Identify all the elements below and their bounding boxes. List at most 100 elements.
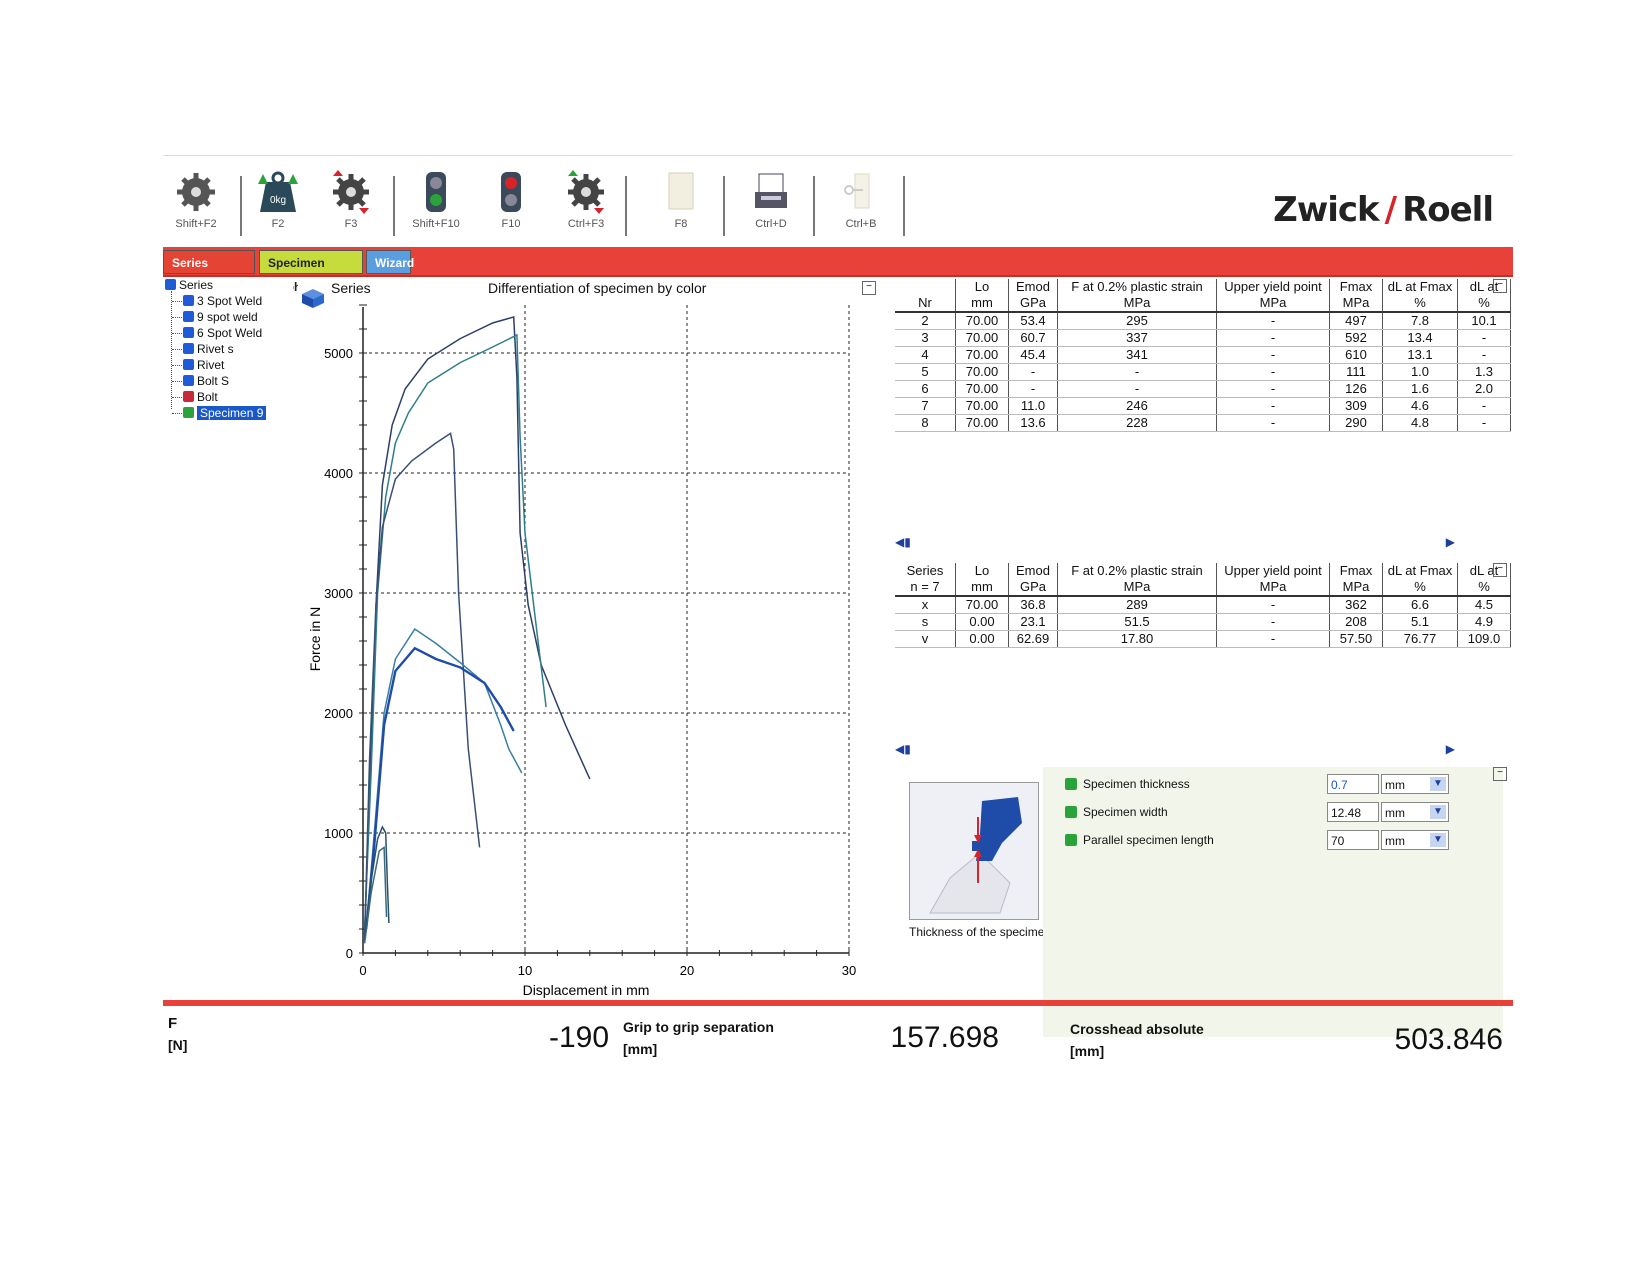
toolbar-button-shift-f10[interactable]: Shift+F10	[403, 170, 469, 242]
chevron-down-icon[interactable]: ▼	[1430, 805, 1446, 819]
panel-options-button[interactable]: −	[1493, 767, 1507, 781]
toolbar-button-shift-f2[interactable]: Shift+F2	[163, 170, 229, 242]
toolbar-button-f3[interactable]: F3	[318, 170, 384, 242]
parameter-value-input[interactable]: 12.48	[1327, 802, 1379, 822]
table-cell: 8	[895, 414, 956, 432]
column-unit: MPa	[1216, 295, 1330, 313]
horizontal-scrollbar[interactable]: ◀▮ ▶	[895, 742, 1455, 758]
table-cell: 70.00	[955, 414, 1009, 432]
table-cell: 11.0	[1008, 397, 1058, 415]
column-header[interactable]: Upper yield point	[1216, 279, 1330, 295]
column-header[interactable]	[895, 279, 956, 295]
table-row[interactable]: x 70.00 36.8 289-362 6.6 4.5	[895, 596, 1511, 614]
tree-connector	[172, 349, 182, 350]
table-cell: 7.8	[1382, 312, 1458, 330]
table-cell: 295	[1057, 312, 1217, 330]
column-header[interactable]: Fmax	[1329, 563, 1383, 579]
tree-item[interactable]: 6 Spot Weld	[183, 325, 262, 341]
column-unit: mm	[955, 579, 1009, 597]
table-row[interactable]: 4 70.00 45.4 341-610 13.1-	[895, 346, 1511, 364]
table-row[interactable]: 7 70.00 11.0 246-309 4.6-	[895, 397, 1511, 415]
toolbar-button-label: Shift+F10	[412, 218, 460, 230]
table-row[interactable]: 2 70.00 53.4 295-497 7.8 10.1	[895, 312, 1511, 330]
unit-select[interactable]: mm ▼	[1381, 830, 1449, 850]
column-header[interactable]: Fmax	[1329, 279, 1383, 295]
toolbar-button-ctrl-d[interactable]: Ctrl+D	[738, 170, 804, 242]
tree-item[interactable]: Bolt	[183, 389, 218, 405]
table-cell: 309	[1329, 397, 1383, 415]
tree-item-label: 3 Spot Weld	[197, 294, 263, 308]
tree-root-series[interactable]: Series	[165, 277, 213, 293]
chevron-down-icon[interactable]: ▼	[1430, 777, 1446, 791]
table-row[interactable]: 5 70.00- - -111 1.0 1.3	[895, 363, 1511, 381]
column-header[interactable]: Lo	[955, 563, 1009, 579]
column-unit: %	[1382, 579, 1458, 597]
tree-item[interactable]: Bolt S	[183, 373, 229, 389]
table-row[interactable]: v 0.00 62.69 17.80-57.50 76.77 109.0	[895, 630, 1511, 648]
tree-connector	[172, 317, 182, 318]
table-cell: 13.4	[1382, 329, 1458, 347]
panel-options-button[interactable]: −	[1493, 563, 1507, 577]
column-header[interactable]: Upper yield point	[1216, 563, 1330, 579]
table-cell: -	[1216, 312, 1330, 330]
column-header[interactable]: Emod	[1008, 563, 1058, 579]
toolbar: Shift+F2 0kg F2 F3 Shift+F10 F10 Ctrl+F3…	[163, 155, 1513, 248]
toolbar-button-f8[interactable]: F8	[648, 170, 714, 242]
tab-wizard[interactable]: Wizard	[366, 250, 414, 274]
table-cell: -	[1216, 380, 1330, 398]
specimen-icon	[183, 343, 194, 354]
table-row[interactable]: 3 70.00 60.7 337-592 13.4-	[895, 329, 1511, 347]
scroll-right-icon[interactable]: ▶	[1446, 535, 1455, 549]
table-cell: 0.00	[955, 613, 1009, 631]
tree-item[interactable]: 3 Spot Weld	[183, 293, 262, 309]
column-header[interactable]: dL at Fmax	[1382, 563, 1458, 579]
chevron-down-icon[interactable]: ▼	[1430, 833, 1446, 847]
column-header[interactable]: F at 0.2% plastic strain	[1057, 563, 1217, 579]
tree-item[interactable]: Rivet	[183, 357, 224, 373]
tree-item[interactable]: Rivet s	[183, 341, 234, 357]
x-axis-label: Displacement in mm	[523, 982, 650, 998]
panel-options-button[interactable]: −	[1493, 279, 1507, 293]
table-row[interactable]: 8 70.00 13.6 228-290 4.8-	[895, 414, 1511, 432]
tab-specimen-graph[interactable]: Specimen graph	[259, 250, 363, 294]
specimen-parameters-panel: Thickness of the specimen Specimen thick…	[893, 767, 1513, 1037]
toolbar-button-ctrl-f3[interactable]: Ctrl+F3	[553, 170, 619, 242]
column-header[interactable]: dL at Fmax	[1382, 279, 1458, 295]
scroll-right-icon[interactable]: ▶	[1446, 742, 1455, 756]
unit-select[interactable]: mm ▼	[1381, 774, 1449, 794]
column-header[interactable]: Lo	[955, 279, 1009, 295]
tree-item[interactable]: Specimen 9	[183, 405, 267, 421]
table-row[interactable]: 6 70.00- - -126 1.6 2.0	[895, 380, 1511, 398]
table-cell: 6	[895, 380, 956, 398]
parameter-icon	[1065, 806, 1077, 818]
tree-item-label: Rivet	[197, 358, 225, 372]
column-header[interactable]: Series	[895, 563, 956, 579]
toolbar-button-ctrl-b[interactable]: Ctrl+B	[828, 170, 894, 242]
unit-select[interactable]: mm ▼	[1381, 802, 1449, 822]
table-cell: 228	[1057, 414, 1217, 432]
table-cell: -	[1216, 329, 1330, 347]
column-header[interactable]: F at 0.2% plastic strain	[1057, 279, 1217, 295]
toolbar-button-f2[interactable]: 0kg F2	[245, 170, 311, 242]
tab-series-layout[interactable]: Series layout	[163, 250, 255, 294]
specimen-image-caption: Thickness of the specimen	[909, 925, 1052, 939]
table-row[interactable]: s 0.00 23.1 51.5-208 5.1 4.9	[895, 613, 1511, 631]
table-cell: 51.5	[1057, 613, 1217, 631]
table-cell: -	[1216, 596, 1330, 614]
table-cell: 126	[1329, 380, 1383, 398]
panel-options-button[interactable]: −	[862, 281, 876, 295]
table-cell: 7	[895, 397, 956, 415]
toolbar-button-f10[interactable]: F10	[478, 170, 544, 242]
tree-connector	[171, 291, 172, 409]
parameter-value-input[interactable]: 70	[1327, 830, 1379, 850]
horizontal-scrollbar[interactable]: ◀▮ ▶	[895, 535, 1455, 551]
parameter-value-input[interactable]: 0.7	[1327, 774, 1379, 794]
table-cell: 290	[1329, 414, 1383, 432]
scroll-left-icon[interactable]: ◀▮	[895, 742, 911, 756]
scroll-left-icon[interactable]: ◀▮	[895, 535, 911, 549]
column-header[interactable]: Emod	[1008, 279, 1058, 295]
tree-item[interactable]: 9 spot weld	[183, 309, 258, 325]
grip-separation-unit: [mm]	[623, 1041, 658, 1057]
table-cell: -	[1008, 363, 1058, 381]
table-cell: 2.0	[1457, 380, 1511, 398]
